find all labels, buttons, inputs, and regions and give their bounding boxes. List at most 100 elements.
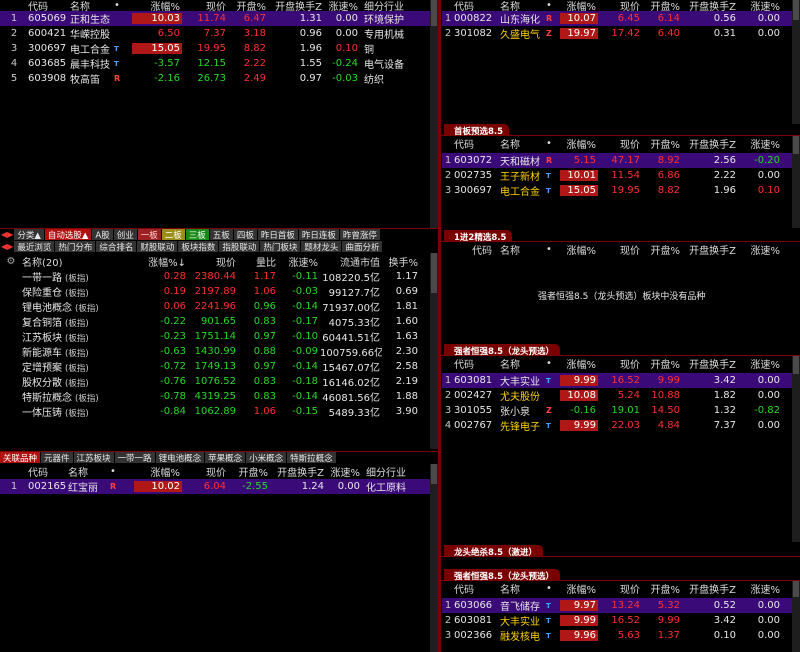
col-speed[interactable]: 涨速%	[738, 138, 782, 149]
col-flag[interactable]: •	[546, 138, 560, 149]
tab-tabs3-5[interactable]: 苹果概念	[205, 452, 247, 464]
col-code[interactable]: 代码	[454, 244, 500, 255]
col-pct[interactable]: 涨幅%	[560, 0, 598, 11]
table-row[interactable]: 3 301055 张小泉 Z -0.16 19.01 14.50 1.32 -0.82	[442, 403, 792, 418]
sector-scrollbar[interactable]	[430, 253, 438, 449]
tab-tabs2-6[interactable]: 热门板块	[260, 241, 302, 253]
col-price[interactable]: 现价	[598, 138, 642, 149]
table-row[interactable]: 2 002427 尤夫股份 10.08 5.24 10.88 1.82 0.00	[442, 388, 792, 403]
panel-title-first-board[interactable]: 首板预选8.5	[444, 124, 510, 137]
col-flag[interactable]: •	[110, 466, 134, 477]
col-price[interactable]: 现价	[598, 358, 642, 369]
table-row[interactable]: 2 600421 华嵘控股 6.50 7.37 3.18 0.96 0.00 专用机械	[0, 26, 430, 41]
col-industry[interactable]: 细分行业	[360, 0, 430, 11]
col-open[interactable]: 开盘%	[642, 244, 682, 255]
sector-row[interactable]: 一带一路 (板指) 0.28 2380.44 1.17 -0.11 108220.5亿 1.1…	[0, 269, 430, 284]
col-name[interactable]: 名称	[500, 583, 546, 594]
tab-tabs3-2[interactable]: 江苏板块	[73, 452, 115, 464]
col-flag[interactable]: •	[546, 358, 560, 369]
col-turnover[interactable]: 开盘换手Z	[682, 0, 738, 11]
col-cap[interactable]: 流通市值	[320, 255, 382, 268]
sector-row[interactable]: 一体压铸 (板指) -0.84 1062.89 1.06 -0.15 5489.33亿 3.9…	[0, 404, 430, 419]
col-turn[interactable]: 换手%	[382, 255, 420, 268]
right-top-scrollbar[interactable]	[792, 0, 800, 124]
col-turnover[interactable]: 开盘换手Z	[268, 0, 324, 11]
col-price[interactable]: 现价	[598, 583, 642, 594]
col-pct[interactable]: 涨幅%	[560, 358, 598, 369]
col-code[interactable]: 代码	[28, 0, 70, 11]
col-open[interactable]: 开盘%	[228, 465, 270, 478]
col-code[interactable]: 代码	[454, 138, 500, 149]
col-pct[interactable]: 涨幅%↓	[118, 255, 188, 268]
col-code[interactable]: 代码	[454, 358, 500, 369]
table-row[interactable]: 2 603081 大丰实业 T 9.99 16.52 9.99 3.42 0.00	[442, 613, 792, 628]
table-row[interactable]: 2 301082 久盛电气 Z 19.97 17.42 6.40 0.31 0.00	[442, 26, 792, 41]
table-row[interactable]: 3 300697 电工合金 T 15.05 19.95 8.82 1.96 0.10 铜	[0, 41, 430, 56]
tab-tabs3-6[interactable]: 小米概念	[246, 452, 288, 464]
col-open[interactable]: 开盘%	[642, 358, 682, 369]
col-open[interactable]: 开盘%	[642, 583, 682, 594]
col-speed[interactable]: 涨速%	[738, 583, 782, 594]
col-vol-ratio[interactable]: 量比	[238, 255, 278, 268]
table-row[interactable]: 3 300697 电工合金 T 15.05 19.95 8.82 1.96 0.10	[442, 183, 792, 198]
sector-row[interactable]: 股权分散 (板指) -0.76 1076.52 0.83 -0.18 16146.02亿 2.…	[0, 374, 430, 389]
col-flag[interactable]: •	[546, 583, 560, 594]
panel-title-dragon[interactable]: 龙头绝杀8.5（激进）	[444, 545, 544, 558]
col-pct[interactable]: 涨幅%	[134, 465, 182, 478]
sector-row[interactable]: 锂电池概念 (板指) 0.06 2241.96 0.96 -0.14 71937.00亿 1.…	[0, 299, 430, 314]
col-speed[interactable]: 涨速%	[326, 465, 362, 478]
tab-tabs1-5[interactable]: 二板	[161, 229, 186, 241]
sector-row[interactable]: 保险重仓 (板指) 0.19 2197.89 1.06 -0.03 99127.7亿 0.69	[0, 284, 430, 299]
col-speed[interactable]: 涨速%	[278, 255, 320, 268]
col-industry[interactable]: 细分行业	[362, 465, 430, 478]
tab-tabs2-3[interactable]: 财股联动	[137, 241, 179, 253]
tab-tabs1-6[interactable]: 三板	[185, 229, 210, 241]
table-row[interactable]: 4 002767 先锋电子 T 9.99 22.03 4.84 7.37 0.00	[442, 418, 792, 433]
panel-title-strong-2[interactable]: 强者恒强8.5（龙头预选）	[444, 569, 561, 582]
tab-tabs1-8[interactable]: 四板	[233, 229, 258, 241]
panel-title-strong[interactable]: 强者恒强8.5（龙头预选）	[444, 344, 561, 357]
tab-left-arrow-icon[interactable]: ◀▶	[0, 242, 14, 251]
panel-title-one-to-two[interactable]: 1进2精选8.5	[444, 230, 513, 243]
gear-icon[interactable]: ⚙	[0, 256, 22, 267]
col-pct[interactable]: 涨幅%	[560, 138, 598, 149]
col-open[interactable]: 开盘%	[642, 0, 682, 11]
col-name[interactable]: 名称	[68, 465, 110, 478]
col-price[interactable]: 现价	[598, 0, 642, 11]
table-row[interactable]: 1 603072 天和磁材 R 5.15 47.17 8.92 2.56 -0.20	[442, 153, 792, 168]
first-board-scrollbar[interactable]	[792, 136, 800, 228]
sector-row[interactable]: 定增预案 (板指) -0.72 1749.13 0.97 -0.14 15467.07亿 2.…	[0, 359, 430, 374]
col-turnover[interactable]: 开盘换手Z	[682, 358, 738, 369]
tab-left-arrow-icon[interactable]: ◀▶	[0, 230, 14, 239]
table-row[interactable]: 1 002165 红宝丽 R 10.02 6.04 -2.55 1.24 0.00 化工原料	[0, 479, 430, 494]
col-pct[interactable]: 涨幅%	[560, 244, 598, 255]
col-flag[interactable]: •	[546, 0, 560, 11]
col-price[interactable]: 现价	[188, 255, 238, 268]
col-speed[interactable]: 涨速%	[324, 0, 360, 11]
tab-tabs3-1[interactable]: 元器件	[41, 452, 74, 464]
col-speed[interactable]: 涨速%	[738, 244, 782, 255]
col-name[interactable]: 名称	[500, 138, 546, 149]
tab-tabs2-7[interactable]: 题材龙头	[301, 241, 343, 253]
strong-2-scrollbar[interactable]	[792, 581, 800, 652]
tab-tabs1-1[interactable]: 自动选股▲	[44, 229, 93, 241]
col-turnover[interactable]: 开盘换手Z	[270, 465, 326, 478]
col-turnover[interactable]: 开盘换手Z	[682, 583, 738, 594]
tab-tabs3-0[interactable]: 关联品种	[0, 452, 42, 464]
tab-tabs2-8[interactable]: 曲面分析	[342, 241, 384, 253]
table-row[interactable]: 2 002735 王子新材 T 10.01 11.54 6.86 2.22 0.00	[442, 168, 792, 183]
tab-tabs1-9[interactable]: 昨日首板	[257, 229, 299, 241]
col-sector-name[interactable]: 名称(20)	[22, 255, 118, 268]
col-price[interactable]: 现价	[182, 0, 228, 11]
col-price[interactable]: 现价	[182, 465, 228, 478]
table-row[interactable]: 4 603685 晨丰科技 T -3.57 12.15 2.22 1.55 -0.24 电气设备	[0, 56, 430, 71]
table-row[interactable]: 1 605069 正和生态 10.03 11.74 6.47 1.31 0.00 环境保护	[0, 11, 430, 26]
col-name[interactable]: 名称	[500, 0, 546, 11]
tab-tabs1-7[interactable]: 五板	[209, 229, 234, 241]
table-row[interactable]: 1 603081 大丰实业 T 9.99 16.52 9.99 3.42 0.00	[442, 373, 792, 388]
col-code[interactable]: 代码	[454, 0, 500, 11]
col-open[interactable]: 开盘%	[642, 138, 682, 149]
col-turnover[interactable]: 开盘换手Z	[682, 138, 738, 149]
tab-tabs2-0[interactable]: 最近浏览	[14, 241, 56, 253]
tab-tabs2-2[interactable]: 综合排名	[96, 241, 138, 253]
